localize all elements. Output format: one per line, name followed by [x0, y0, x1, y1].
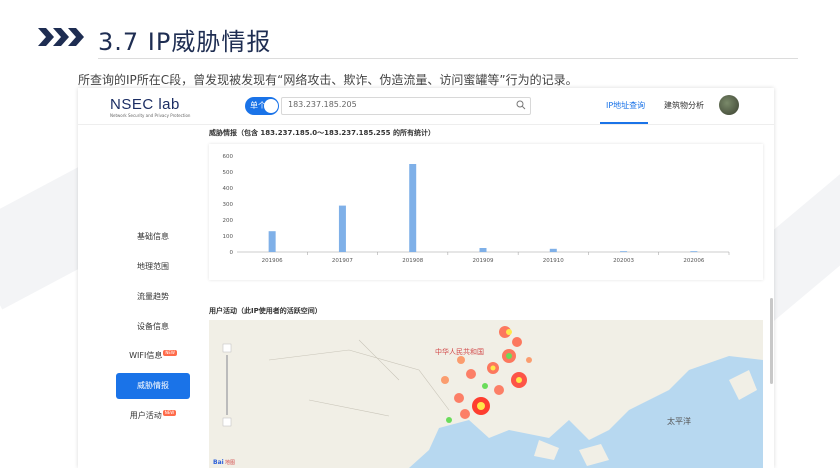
heat-spot: [460, 409, 470, 419]
heat-spot: [446, 417, 452, 423]
ip-search-field[interactable]: 183.237.185.205: [281, 97, 531, 115]
new-badge: NEW: [162, 410, 177, 416]
active-tab-indicator: [600, 122, 648, 124]
sidebar-item-user-activity[interactable]: 用户活动 NEW: [116, 403, 190, 429]
page-scrollbar[interactable]: [770, 298, 773, 384]
toggle-knob: [264, 99, 278, 113]
heat-spot: [506, 353, 512, 359]
sidebar-item-device-info[interactable]: 设备信息: [116, 314, 190, 340]
island: [534, 440, 559, 460]
heat-spot: [512, 337, 522, 347]
x-tick-label: 201909: [473, 258, 494, 264]
header-divider: [98, 58, 798, 59]
triple-chevron-icon: [38, 28, 84, 46]
sidebar-item-wifi-info[interactable]: WIFI信息 NEW: [116, 343, 190, 369]
slide-description: 所查询的IP所在C段，曾发现被发现有“网络攻击、欺诈、伪造流量、访问蜜罐等”行为…: [78, 73, 578, 87]
y-tick-label: 500: [223, 170, 234, 176]
island: [579, 444, 609, 466]
tab-building-analysis[interactable]: 建筑物分析: [664, 100, 704, 111]
heat-spot: [490, 365, 496, 371]
user-avatar[interactable]: [719, 95, 739, 115]
bar: [338, 205, 346, 252]
activity-section-title: 用户活动（此IP使用者的活跃空间）: [209, 307, 322, 315]
sidebar-item-label: 基础信息: [137, 232, 169, 241]
zoom-out-button[interactable]: [222, 417, 232, 427]
bar: [268, 231, 276, 252]
x-tick-label: 202006: [683, 258, 704, 264]
sidebar-item-basic-info[interactable]: 基础信息: [116, 224, 190, 250]
baidu-logo: Bai: [213, 459, 224, 466]
heat-spot: [466, 369, 476, 379]
app-logo-subtitle: Network Security and Privacy Protection: [110, 113, 191, 118]
y-tick-label: 100: [223, 234, 234, 240]
bar: [690, 251, 698, 252]
threat-bar-chart: 0 100 200 300 400 500 600 201906 201907 201908 201…: [223, 154, 730, 264]
sidebar-item-threat-intel[interactable]: 威胁情报: [116, 373, 190, 399]
heat-spot: [477, 402, 485, 410]
bar: [479, 248, 487, 252]
bar: [620, 251, 628, 252]
y-tick-label: 300: [223, 202, 234, 208]
heat-spot: [454, 393, 464, 403]
heat-spot: [494, 385, 504, 395]
heat-spot: [441, 376, 449, 384]
sidebar-item-traffic-trend[interactable]: 流量趋势: [116, 284, 190, 310]
app-topbar: NSEC lab Network Security and Privacy Pr…: [78, 88, 774, 125]
heat-spot: [516, 377, 522, 383]
sidebar-item-label: 流量趋势: [137, 292, 169, 301]
threat-chart-card: 0 100 200 300 400 500 600 201906 201907 201908 201…: [209, 144, 763, 280]
x-tick-label: 202003: [613, 258, 634, 264]
heat-spot: [482, 383, 488, 389]
heat-spot: [526, 357, 532, 363]
sidebar: 基础信息 地理范围 流量趋势 设备信息 WIFI信息 NEW 威胁情报 用户活动 N…: [78, 124, 198, 468]
sidebar-item-label: 设备信息: [137, 322, 169, 331]
x-tick-label: 201906: [262, 258, 283, 264]
ip-search-input[interactable]: 183.237.185.205: [288, 100, 357, 109]
heat-spot: [457, 356, 465, 364]
sidebar-item-geo-range[interactable]: 地理范围: [116, 254, 190, 280]
x-tick-label: 201908: [402, 258, 423, 264]
threat-section-title: 威胁情报（包含 183.237.185.0～183.237.185.255 的所…: [209, 129, 435, 137]
tab-ip-query[interactable]: IP地址查询: [606, 100, 645, 111]
y-tick-label: 0: [230, 250, 234, 256]
baidu-logo-du: 地图: [225, 459, 235, 466]
sidebar-item-label: WIFI信息: [129, 351, 163, 360]
app-logo: NSEC lab: [110, 96, 180, 113]
map-canvas: 中华人民共和国 太平洋 Bai 地图: [209, 320, 763, 468]
activity-map[interactable]: 中华人民共和国 太平洋 Bai 地图: [209, 320, 763, 468]
land-mass: [209, 320, 763, 468]
new-badge: NEW: [163, 350, 177, 356]
slide-title: 3.7 IP威胁情报: [98, 28, 272, 56]
map-label-china: 中华人民共和国: [435, 347, 484, 356]
island: [729, 370, 757, 400]
sidebar-item-label: 威胁情报: [137, 381, 169, 390]
mode-toggle[interactable]: 单个: [245, 97, 279, 115]
search-icon[interactable]: [516, 100, 526, 110]
map-label-pacific: 太平洋: [667, 416, 691, 426]
bar: [409, 164, 417, 252]
y-tick-label: 600: [223, 154, 234, 160]
sidebar-item-label: 地理范围: [137, 262, 169, 271]
zoom-in-button[interactable]: [222, 343, 232, 353]
heat-spot: [506, 329, 512, 335]
sidebar-item-label: 用户活动: [129, 411, 162, 420]
slide-header: 3.7 IP威胁情报: [0, 18, 840, 62]
y-tick-label: 200: [223, 218, 234, 224]
y-tick-label: 400: [223, 186, 234, 192]
app-window: NSEC lab Network Security and Privacy Pr…: [78, 88, 774, 468]
bar: [549, 248, 557, 252]
x-tick-label: 201910: [543, 258, 564, 264]
x-tick-label: 201907: [332, 258, 353, 264]
